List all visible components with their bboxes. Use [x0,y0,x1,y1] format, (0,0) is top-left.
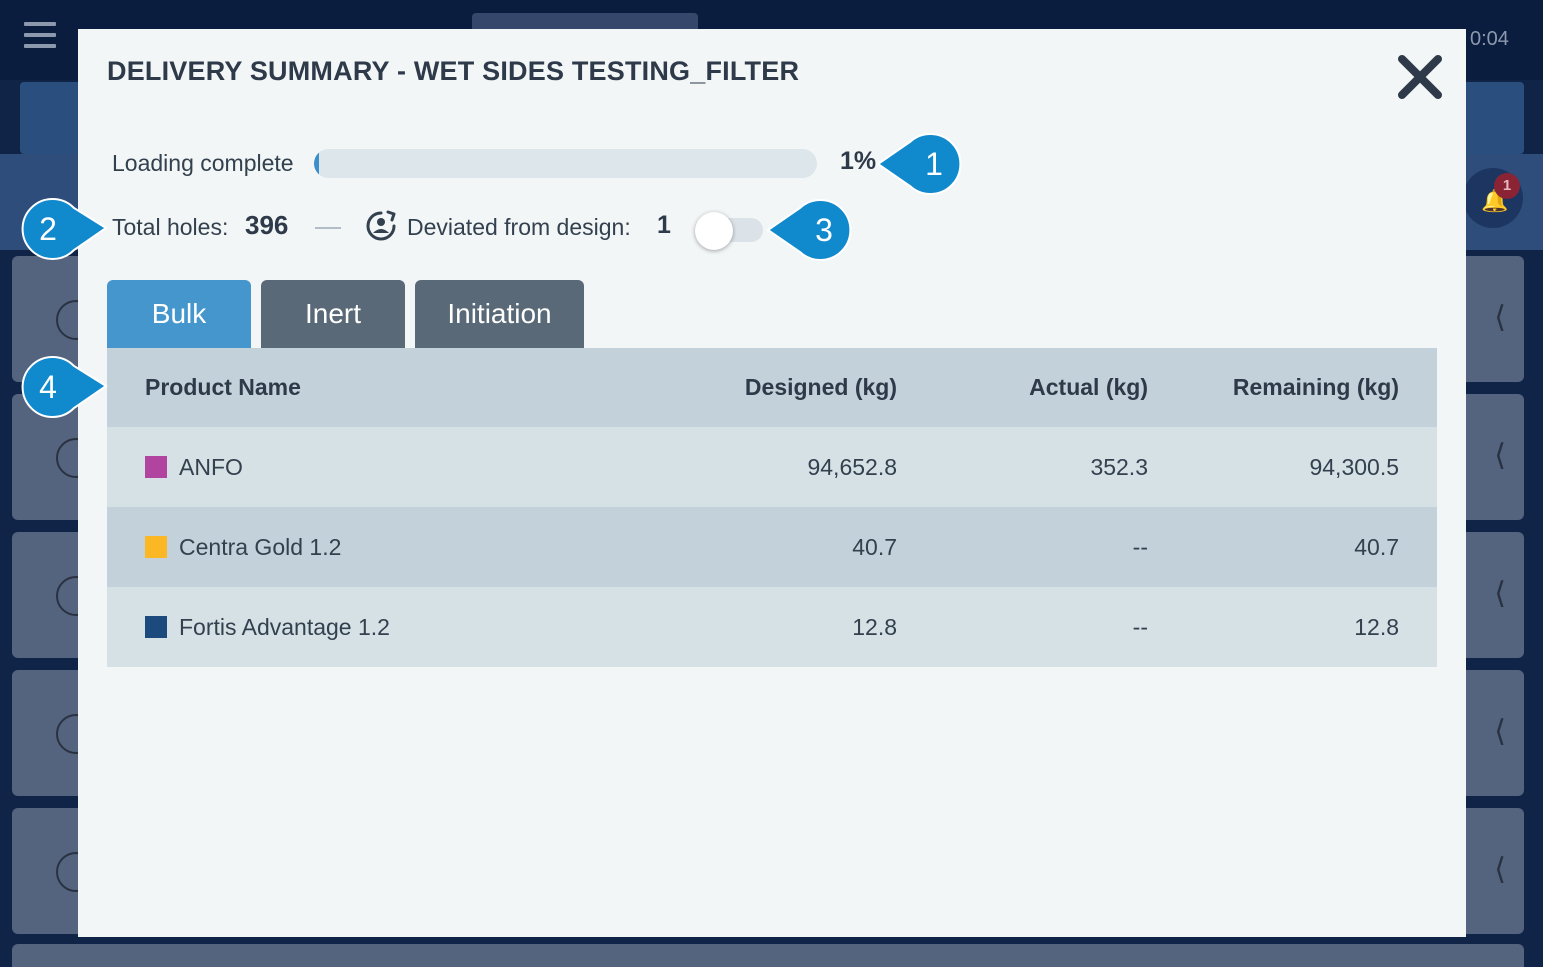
clock-text: 0:04 [1470,28,1509,50]
remaining-cell: 94,300.5 [1309,453,1399,480]
callout-4: 4 [21,356,108,418]
callout-number: 1 [925,146,943,182]
actual-cell: -- [1132,613,1148,640]
designed-cell: 12.8 [852,613,897,640]
callout-number: 2 [39,211,57,247]
callout-number: 4 [39,369,57,405]
callout-1: 1 [876,133,962,195]
delivery-table: Product Name Designed (kg) Actual (kg) R… [107,348,1437,667]
tab-initiation[interactable]: Initiation [415,280,584,348]
product-name-cell: ANFO [145,427,243,507]
notification-badge: 1 [1494,173,1520,199]
loading-complete-label: Loading complete [112,150,294,176]
table-row: Centra Gold 1.2 40.7 -- 40.7 [107,507,1437,587]
modal-title: DELIVERY SUMMARY - WET SIDES TESTING_FIL… [107,56,800,86]
table-row: Fortis Advantage 1.2 12.8 -- 12.8 [107,587,1437,667]
product-color-swatch [145,456,167,478]
tab-inert[interactable]: Inert [261,280,405,348]
callout-3: 3 [766,199,852,261]
chevron-left-icon: ⟨ [1494,439,1506,472]
header-designed: Designed (kg) [744,374,897,400]
deviated-from-design-value: 1 [657,211,671,239]
designed-cell: 40.7 [852,533,897,560]
remaining-cell: 40.7 [1354,533,1399,560]
close-button[interactable] [1394,51,1446,103]
remaining-cell: 12.8 [1354,613,1399,640]
product-color-swatch [145,536,167,558]
product-name-cell: Fortis Advantage 1.2 [145,587,390,667]
product-name-cell: Centra Gold 1.2 [145,507,341,587]
loading-progress-bar [314,149,817,178]
stats-divider [315,227,341,229]
chevron-left-icon: ⟨ [1494,715,1506,748]
table-header: Product Name Designed (kg) Actual (kg) R… [107,348,1437,427]
loading-progress-fill [314,149,320,178]
total-holes-value: 396 [245,210,289,240]
chevron-left-icon: ⟨ [1494,301,1506,334]
hamburger-menu-icon[interactable] [24,22,56,54]
delivery-summary-modal: DELIVERY SUMMARY - WET SIDES TESTING_FIL… [78,29,1466,937]
actual-cell: 352.3 [1090,453,1148,480]
header-actual: Actual (kg) [1029,374,1148,400]
product-name: Centra Gold 1.2 [179,533,342,560]
deviation-icon [366,210,396,241]
product-name: Fortis Advantage 1.2 [179,613,390,640]
designed-cell: 94,652.8 [807,453,897,480]
loading-percent: 1% [840,147,877,175]
actual-cell: -- [1132,533,1148,560]
total-holes-label: Total holes: [112,214,229,240]
deviated-filter-toggle[interactable] [695,212,765,250]
product-color-swatch [145,616,167,638]
header-product-name: Product Name [145,374,301,400]
toggle-knob [695,212,733,250]
callout-2: 2 [21,198,108,260]
chevron-left-icon: ⟨ [1494,577,1506,610]
product-name: ANFO [179,453,243,480]
close-icon [1398,55,1442,99]
background-list-row [12,944,1524,967]
table-row: ANFO 94,652.8 352.3 94,300.5 [107,427,1437,507]
chevron-left-icon: ⟨ [1494,853,1506,886]
deviated-from-design-label: Deviated from design: [407,214,631,240]
header-remaining: Remaining (kg) [1232,374,1399,400]
callout-number: 3 [815,212,833,248]
tab-bulk[interactable]: Bulk [107,280,251,348]
